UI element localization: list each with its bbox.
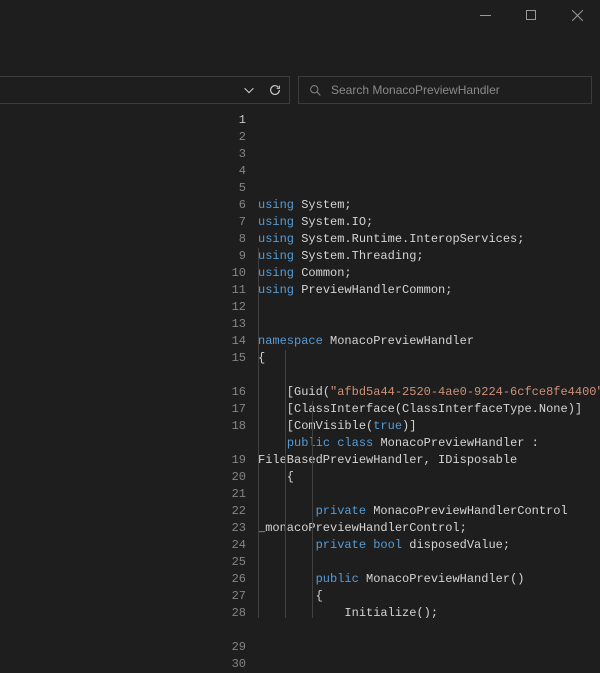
code-line: [ClassInterface(ClassInterfaceType.None)… xyxy=(258,401,600,418)
line-number: 26 xyxy=(220,571,246,588)
indent-guide xyxy=(285,350,286,618)
code-line: using System.Threading; xyxy=(258,248,600,265)
line-number: 9 xyxy=(220,248,246,265)
close-icon xyxy=(572,10,583,21)
line-number: 7 xyxy=(220,214,246,231)
line-number: 25 xyxy=(220,554,246,571)
code-line xyxy=(258,367,600,384)
line-number: 6 xyxy=(220,197,246,214)
refresh-icon[interactable] xyxy=(267,82,283,98)
line-number: 27 xyxy=(220,588,246,605)
line-number: 14 xyxy=(220,333,246,350)
line-number: 12 xyxy=(220,299,246,316)
code-line: FileBasedPreviewHandler, IDisposable xyxy=(258,452,600,469)
line-number xyxy=(220,435,246,452)
code-line: [ComVisible(true)] xyxy=(258,418,600,435)
indent-guide xyxy=(258,248,259,618)
maximize-button[interactable] xyxy=(508,0,554,30)
line-number: 16 xyxy=(220,384,246,401)
line-number: 11 xyxy=(220,282,246,299)
code-line: public MonacoPreviewHandler() xyxy=(258,571,600,588)
toolbar xyxy=(0,72,600,108)
search-icon xyxy=(307,82,323,98)
line-number: 5 xyxy=(220,180,246,197)
code-line: { xyxy=(258,469,600,486)
code-line: private MonacoPreviewHandlerControl xyxy=(258,503,600,520)
maximize-icon xyxy=(526,10,537,21)
line-number: 22 xyxy=(220,503,246,520)
left-margin xyxy=(0,108,220,618)
line-number: 17 xyxy=(220,401,246,418)
code-line: _monacoPreviewHandlerControl; xyxy=(258,520,600,537)
search-box[interactable] xyxy=(298,76,592,104)
line-number: 10 xyxy=(220,265,246,282)
line-number: 3 xyxy=(220,146,246,163)
line-number: 23 xyxy=(220,520,246,537)
code-line: using System; xyxy=(258,197,600,214)
code-line: using PreviewHandlerCommon; xyxy=(258,282,600,299)
header-gap xyxy=(0,30,600,72)
code-line: { xyxy=(258,588,600,605)
code-line: using Common; xyxy=(258,265,600,282)
line-number: 13 xyxy=(220,316,246,333)
code-line xyxy=(258,486,600,503)
line-number: 19 xyxy=(220,452,246,469)
line-number: 20 xyxy=(220,469,246,486)
line-number: 18 xyxy=(220,418,246,435)
code-line: [Guid("afbd5a44-2520-4ae0-9224-6cfce8fe4… xyxy=(258,384,600,401)
code-line: namespace MonacoPreviewHandler xyxy=(258,333,600,350)
chevron-down-icon[interactable] xyxy=(241,82,257,98)
code-line: Initialize(); xyxy=(258,605,600,618)
search-input[interactable] xyxy=(331,83,583,97)
indent-guide xyxy=(312,401,313,618)
window-controls xyxy=(462,0,600,30)
close-button[interactable] xyxy=(554,0,600,30)
line-number: 29 xyxy=(220,639,246,656)
line-number: 8 xyxy=(220,231,246,248)
line-number: 30 xyxy=(220,656,246,673)
code-line xyxy=(258,554,600,571)
line-number: 28 xyxy=(220,605,246,622)
line-number-gutter: 1234567891011121314151617181920212223242… xyxy=(220,108,254,618)
code-line: private bool disposedValue; xyxy=(258,537,600,554)
code-line: using System.Runtime.InteropServices; xyxy=(258,231,600,248)
line-number: 2 xyxy=(220,129,246,146)
code-area[interactable]: using System;using System.IO;using Syste… xyxy=(254,108,600,618)
minimize-button[interactable] xyxy=(462,0,508,30)
code-line xyxy=(258,316,600,333)
minimize-icon xyxy=(480,10,491,21)
editor[interactable]: 1234567891011121314151617181920212223242… xyxy=(0,108,600,618)
toolbar-left-box[interactable] xyxy=(0,76,290,104)
line-number: 4 xyxy=(220,163,246,180)
line-number xyxy=(220,622,246,639)
line-number: 21 xyxy=(220,486,246,503)
code-line xyxy=(258,299,600,316)
line-number: 24 xyxy=(220,537,246,554)
titlebar xyxy=(0,0,600,30)
code-line: using System.IO; xyxy=(258,214,600,231)
line-number: 1 xyxy=(220,112,246,129)
code-line: { xyxy=(258,350,600,367)
code-line: public class MonacoPreviewHandler : xyxy=(258,435,600,452)
line-number xyxy=(220,367,246,384)
line-number: 15 xyxy=(220,350,246,367)
